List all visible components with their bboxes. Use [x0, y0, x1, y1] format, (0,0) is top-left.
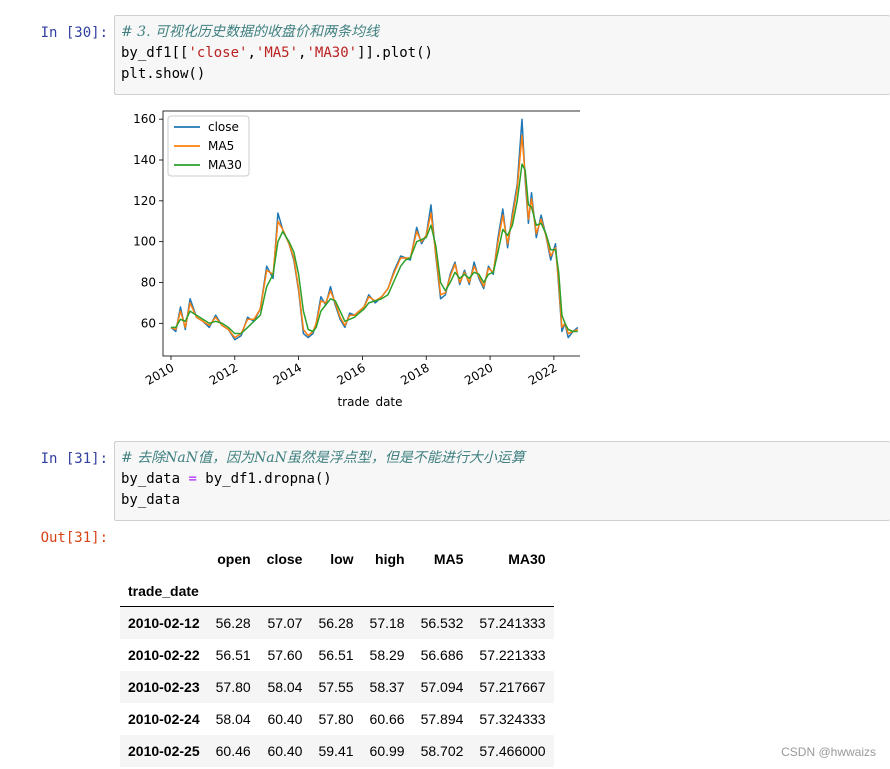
code-token: by_df1[[ [121, 45, 189, 61]
code-token: 'close' [188, 45, 248, 61]
table-cell: 60.40 [267, 711, 303, 727]
table-cell: 58.29 [369, 647, 405, 663]
cell-31-code[interactable]: # 去除NaN值，因为NaN虽然是浮点型，但是不能进行大小运算 by_data =… [114, 441, 890, 521]
code-line: # 去除NaN值，因为NaN虽然是浮点型，但是不能进行大小运算 [121, 448, 890, 469]
y-tick-label: 100 [133, 235, 156, 249]
table-cell: 56.532 [420, 615, 464, 631]
code-token: # 去除NaN值，因为NaN虽然是浮点型，但是不能进行大小运算 [121, 450, 525, 466]
table-cell: 57.80 [318, 711, 354, 727]
output-31-prompt: Out[31]: [40, 530, 108, 546]
cell-30-code[interactable]: # 3. 可视化历史数据的收盘价和两条均线 by_df1[['close','MA… [114, 15, 890, 95]
x-axis-label: trade_date [337, 395, 402, 408]
index-name-header: trade_date [120, 576, 208, 607]
code-line: by_df1[['close','MA5','MA30']].plot() [121, 43, 890, 64]
code-token: , [247, 45, 256, 61]
table-cell: 57.094 [420, 679, 464, 695]
y-tick-label: 160 [133, 112, 156, 126]
table-cell: 60.99 [369, 743, 405, 759]
table-cell: 57.07 [267, 615, 303, 631]
table-cell: 57.894 [420, 711, 464, 727]
code-token: by_data [121, 471, 189, 487]
code-token: 'MA5' [255, 45, 299, 61]
code-token: 'MA30' [306, 45, 358, 61]
legend-label: close [208, 120, 239, 134]
table-cell: 56.686 [420, 647, 464, 663]
column-header: MA5 [433, 550, 464, 567]
header-spacer [412, 576, 472, 607]
header-spacer [207, 576, 259, 607]
table-cell: 56.51 [215, 647, 251, 663]
y-tick-label: 140 [133, 153, 156, 167]
column-header: close [266, 550, 303, 567]
table-cell: 58.702 [420, 743, 464, 759]
table-cell: 60.40 [267, 743, 303, 759]
x-tick-label: 2022 [526, 360, 559, 387]
code-token: plt.show() [121, 66, 206, 82]
x-tick-label: 2010 [143, 360, 176, 387]
row-index: 2010-02-12 [128, 615, 200, 631]
table-cell: 56.51 [318, 647, 354, 663]
x-tick-label: 2014 [271, 360, 304, 387]
table-cell: 57.324333 [479, 711, 546, 727]
code-line: by_data = by_df1.dropna() [121, 469, 890, 490]
table-cell: 60.66 [369, 711, 405, 727]
table-cell: 57.217667 [479, 679, 546, 695]
dataframe-table: open close low high MA5 MA30 trade_date 2010-… [120, 541, 554, 767]
column-header: high [375, 550, 405, 567]
table-cell: 58.37 [369, 679, 405, 695]
corner-header [120, 541, 208, 576]
cell-31-prompt: In [31]: [40, 451, 108, 467]
legend: close MA5 MA30 [167, 115, 250, 177]
watermark: CSDN @hwwaizs [781, 745, 876, 759]
table-row: 2010-02-25 60.46 60.40 59.41 60.99 58.702 57.4… [120, 735, 554, 767]
table-cell: 57.60 [267, 647, 303, 663]
table-cell: 57.221333 [479, 647, 546, 663]
y-tick-label: 60 [141, 316, 156, 330]
row-index: 2010-02-24 [128, 711, 200, 727]
table-row: 2010-02-12 56.28 57.07 56.28 57.18 56.532 57.2… [120, 606, 554, 639]
table-row: 2010-02-24 58.04 60.40 57.80 60.66 57.894 57.3… [120, 703, 554, 735]
column-header: low [330, 550, 354, 567]
y-tick-label: 120 [133, 194, 156, 208]
header-spacer [361, 576, 413, 607]
table-cell: 56.28 [215, 615, 251, 631]
line-chart: 60 80 100 120 140 160 2010 2012 2014 2016 2018 2020… [133, 110, 580, 408]
x-tick-label: 2018 [398, 360, 431, 387]
code-line: # 3. 可视化历史数据的收盘价和两条均线 [121, 22, 890, 43]
cell-30-prompt: In [30]: [40, 25, 108, 41]
table-row: 2010-02-22 56.51 57.60 56.51 58.29 56.686 57.2… [120, 639, 554, 671]
table-cell: 57.80 [215, 679, 251, 695]
header-spacer [310, 576, 362, 607]
x-tick-label: 2016 [334, 360, 367, 387]
row-index: 2010-02-23 [128, 679, 200, 695]
x-tick-label: 2020 [462, 360, 495, 387]
code-token: ]].plot() [357, 45, 433, 61]
table-cell: 59.41 [318, 743, 354, 759]
table-cell: 57.55 [318, 679, 354, 695]
table-cell: 60.46 [215, 743, 251, 759]
code-line: plt.show() [121, 64, 890, 85]
legend-label: MA30 [208, 158, 242, 172]
legend-label: MA5 [208, 139, 234, 153]
header-spacer [258, 576, 311, 607]
row-index: 2010-02-25 [128, 743, 200, 759]
table-cell: 56.28 [318, 615, 354, 631]
table-cell: 57.466000 [479, 743, 546, 759]
code-token: by_data [121, 492, 181, 508]
table-cell: 57.241333 [479, 615, 546, 631]
table-row: 2010-02-23 57.80 58.04 57.55 58.37 57.094 57.2… [120, 671, 554, 703]
column-header: MA30 [508, 550, 546, 567]
header-spacer [471, 576, 554, 607]
code-token: # 3. 可视化历史数据的收盘价和两条均线 [121, 24, 379, 40]
code-token: = [188, 471, 197, 487]
column-header: open [217, 550, 251, 567]
table-cell: 57.18 [369, 615, 405, 631]
table-cell: 58.04 [267, 679, 303, 695]
table-cell: 58.04 [215, 711, 251, 727]
code-token: by_df1.dropna() [196, 471, 332, 487]
y-tick-label: 80 [141, 276, 156, 290]
row-index: 2010-02-22 [128, 647, 200, 663]
code-line: by_data [121, 490, 890, 511]
x-tick-label: 2012 [207, 360, 240, 387]
